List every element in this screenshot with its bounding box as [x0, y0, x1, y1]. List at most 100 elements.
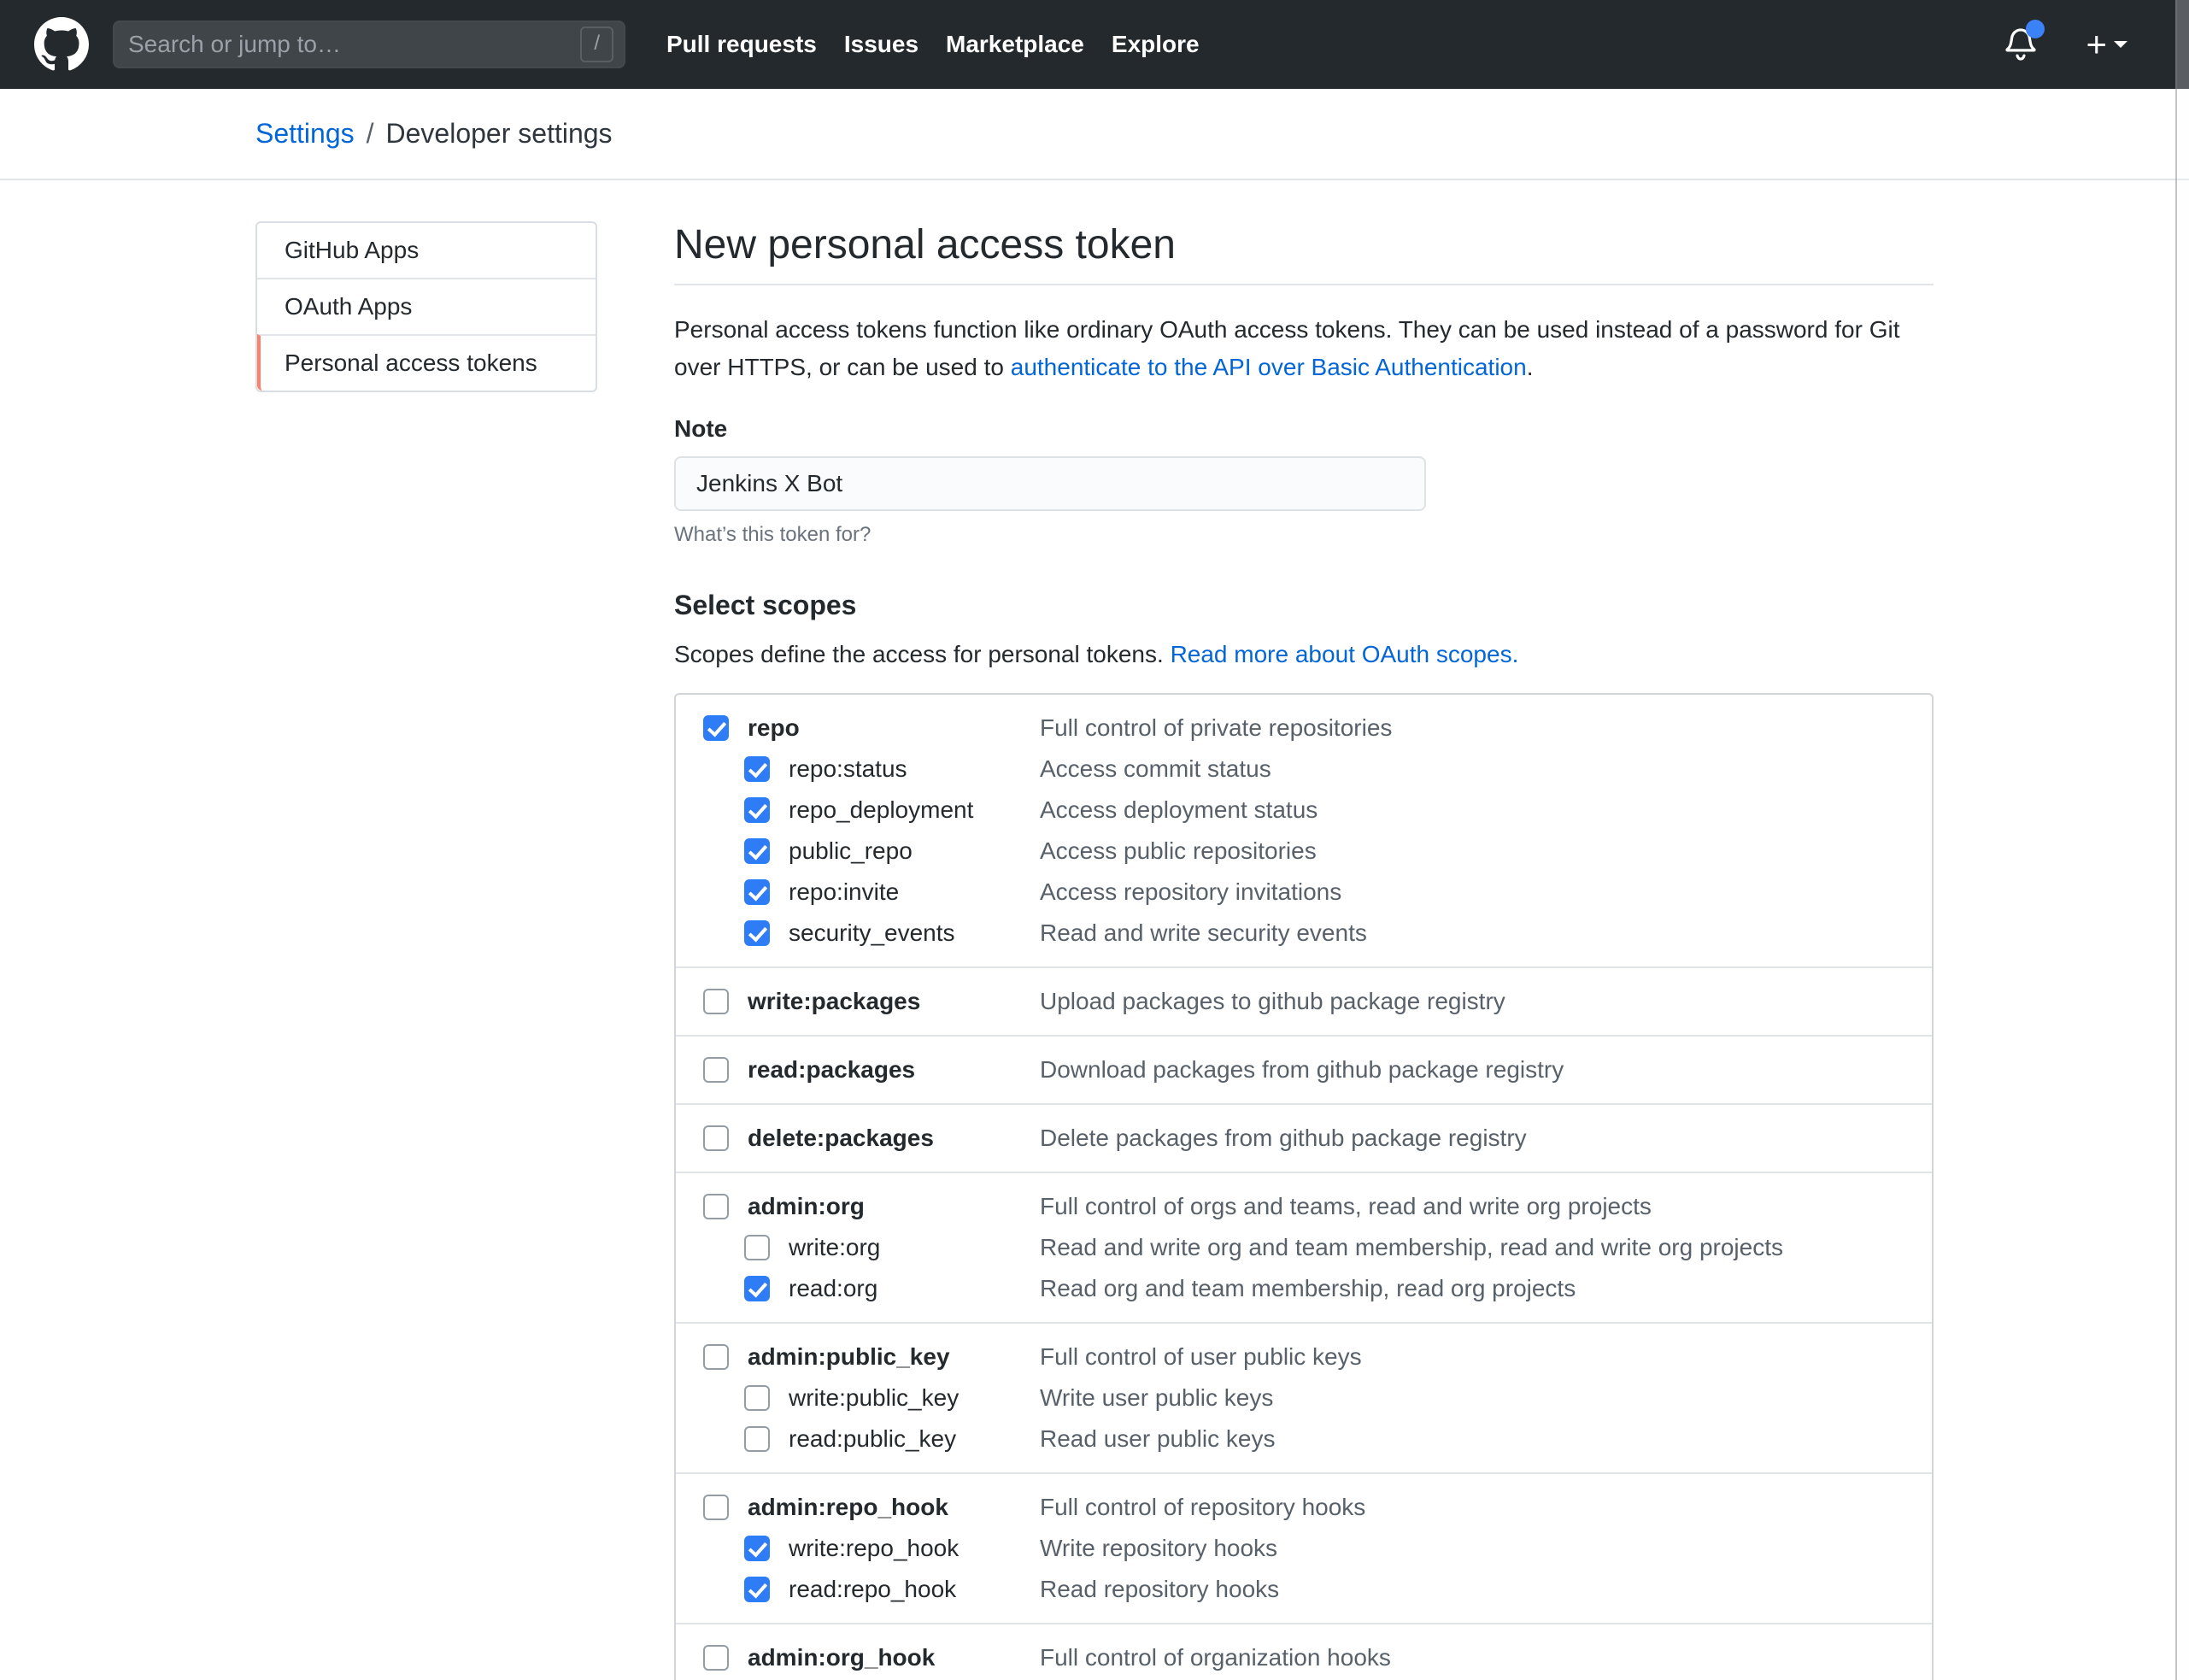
scope-name: repo:status [789, 751, 1040, 787]
scope-checkbox[interactable] [703, 1194, 729, 1219]
note-input[interactable] [674, 456, 1426, 511]
github-logo-icon[interactable] [34, 17, 89, 72]
scope-row: read:public_key Read user public keys [744, 1421, 1904, 1457]
scope-row: repo:status Access commit status [744, 751, 1904, 787]
sidebar-item-oauth-apps[interactable]: OAuth Apps [257, 278, 596, 334]
scope-name: write:public_key [789, 1380, 1040, 1416]
scope-group: write:packages Upload packages to github… [676, 966, 1932, 1035]
page-scrollbar[interactable] [2175, 0, 2189, 1680]
scope-description: Delete packages from github package regi… [1040, 1120, 1527, 1156]
scope-description: Full control of user public keys [1040, 1339, 1362, 1375]
scope-row: admin:org Full control of orgs and teams… [703, 1189, 1904, 1225]
app-header: / Pull requests Issues Marketplace Explo… [0, 0, 2189, 89]
developer-settings-menu: GitHub Apps OAuth Apps Personal access t… [255, 221, 597, 392]
scope-checkbox[interactable] [744, 920, 770, 946]
scope-row: write:packages Upload packages to github… [703, 984, 1904, 1019]
scope-row: write:org Read and write org and team me… [744, 1230, 1904, 1266]
scope-description: Full control of repository hooks [1040, 1489, 1365, 1525]
note-label: Note [674, 415, 1934, 443]
notifications-button[interactable] [2004, 26, 2038, 62]
nav-issues[interactable]: Issues [830, 21, 932, 68]
scope-group: admin:org Full control of orgs and teams… [676, 1172, 1932, 1322]
scope-checkbox[interactable] [703, 715, 729, 741]
scope-name: admin:org [748, 1189, 1040, 1225]
scope-group: delete:packages Delete packages from git… [676, 1103, 1932, 1172]
scope-checkbox[interactable] [744, 1577, 770, 1602]
scope-checkbox[interactable] [703, 1645, 729, 1671]
breadcrumb-settings-link[interactable]: Settings [255, 118, 355, 149]
scope-checkbox[interactable] [703, 1495, 729, 1520]
scope-name: repo_deployment [789, 792, 1040, 828]
scope-description: Write user public keys [1040, 1380, 1273, 1416]
oauth-scopes-link[interactable]: Read more about OAuth scopes. [1171, 641, 1519, 667]
sidebar-item-github-apps[interactable]: GitHub Apps [257, 223, 596, 278]
scope-group: read:packages Download packages from git… [676, 1035, 1932, 1103]
header-search[interactable]: / [113, 21, 625, 68]
scope-description: Read and write security events [1040, 915, 1367, 951]
scope-checkbox[interactable] [744, 756, 770, 782]
content-container: GitHub Apps OAuth Apps Personal access t… [255, 180, 1934, 1680]
scope-name: admin:org_hook [748, 1640, 1040, 1676]
scope-description: Upload packages to github package regist… [1040, 984, 1505, 1019]
scope-name: repo:invite [789, 874, 1040, 910]
scope-group: admin:org_hook Full control of organizat… [676, 1623, 1932, 1680]
scope-name: write:org [789, 1230, 1040, 1266]
scope-description: Read and write org and team membership, … [1040, 1230, 1783, 1266]
scope-row: write:repo_hook Write repository hooks [744, 1530, 1904, 1566]
scope-checkbox[interactable] [744, 1426, 770, 1452]
scope-checkbox[interactable] [744, 1536, 770, 1561]
scope-row: public_repo Access public repositories [744, 833, 1904, 869]
scope-row: admin:public_key Full control of user pu… [703, 1339, 1904, 1375]
scope-checkbox[interactable] [744, 1235, 770, 1260]
plus-icon: + [2086, 26, 2107, 62]
scope-checkbox[interactable] [703, 1125, 729, 1151]
scope-description: Full control of orgs and teams, read and… [1040, 1189, 1652, 1225]
caret-down-icon [2114, 41, 2127, 48]
scope-row: security_events Read and write security … [744, 915, 1904, 951]
create-new-dropdown[interactable]: + [2086, 26, 2127, 62]
scope-checkbox[interactable] [744, 1276, 770, 1301]
scope-name: security_events [789, 915, 1040, 951]
scope-name: repo [748, 710, 1040, 746]
scope-description: Full control of private repositories [1040, 710, 1392, 746]
nav-explore[interactable]: Explore [1098, 21, 1213, 68]
main-column: New personal access token Personal acces… [674, 221, 1934, 1680]
scope-description: Full control of organization hooks [1040, 1640, 1391, 1676]
page-title: New personal access token [674, 221, 1934, 285]
breadcrumb-bar: Settings/Developer settings [0, 89, 2189, 180]
scope-group: admin:public_key Full control of user pu… [676, 1322, 1932, 1472]
nav-marketplace[interactable]: Marketplace [932, 21, 1098, 68]
scope-checkbox[interactable] [744, 797, 770, 823]
sidebar-item-personal-access-tokens[interactable]: Personal access tokens [257, 334, 596, 391]
breadcrumb: Settings/Developer settings [255, 89, 1934, 179]
intro-period: . [1527, 354, 1534, 380]
scope-name: write:packages [748, 984, 1040, 1019]
basic-auth-link[interactable]: authenticate to the API over Basic Authe… [1011, 354, 1527, 380]
scopes-intro-text: Scopes define the access for personal to… [674, 641, 1171, 667]
scope-checkbox[interactable] [744, 879, 770, 905]
scope-row: write:public_key Write user public keys [744, 1380, 1904, 1416]
scope-description: Read org and team membership, read org p… [1040, 1271, 1576, 1307]
scope-checkbox[interactable] [744, 1385, 770, 1411]
scope-group: admin:repo_hook Full control of reposito… [676, 1472, 1932, 1623]
scope-checkbox[interactable] [703, 1057, 729, 1083]
scope-checkbox[interactable] [703, 1344, 729, 1370]
scope-description: Access deployment status [1040, 792, 1318, 828]
scopes-intro: Scopes define the access for personal to… [674, 637, 1934, 673]
unread-notification-dot [2026, 20, 2045, 38]
scope-description: Read user public keys [1040, 1421, 1275, 1457]
search-input[interactable] [128, 31, 580, 58]
scope-row: repo:invite Access repository invitation… [744, 874, 1904, 910]
intro-paragraph: Personal access tokens function like ord… [674, 311, 1934, 386]
note-caption: What’s this token for? [674, 523, 1934, 547]
scope-row: read:org Read org and team membership, r… [744, 1271, 1904, 1307]
header-nav: Pull requests Issues Marketplace Explore [653, 21, 1213, 68]
scope-checkbox[interactable] [744, 838, 770, 864]
scope-group: repo Full control of private repositorie… [676, 695, 1932, 966]
scope-list: repo Full control of private repositorie… [674, 693, 1934, 1680]
nav-pull-requests[interactable]: Pull requests [653, 21, 830, 68]
scope-description: Access public repositories [1040, 833, 1317, 869]
scope-row: read:packages Download packages from git… [703, 1052, 1904, 1088]
scope-checkbox[interactable] [703, 989, 729, 1014]
select-scopes-heading: Select scopes [674, 590, 1934, 621]
